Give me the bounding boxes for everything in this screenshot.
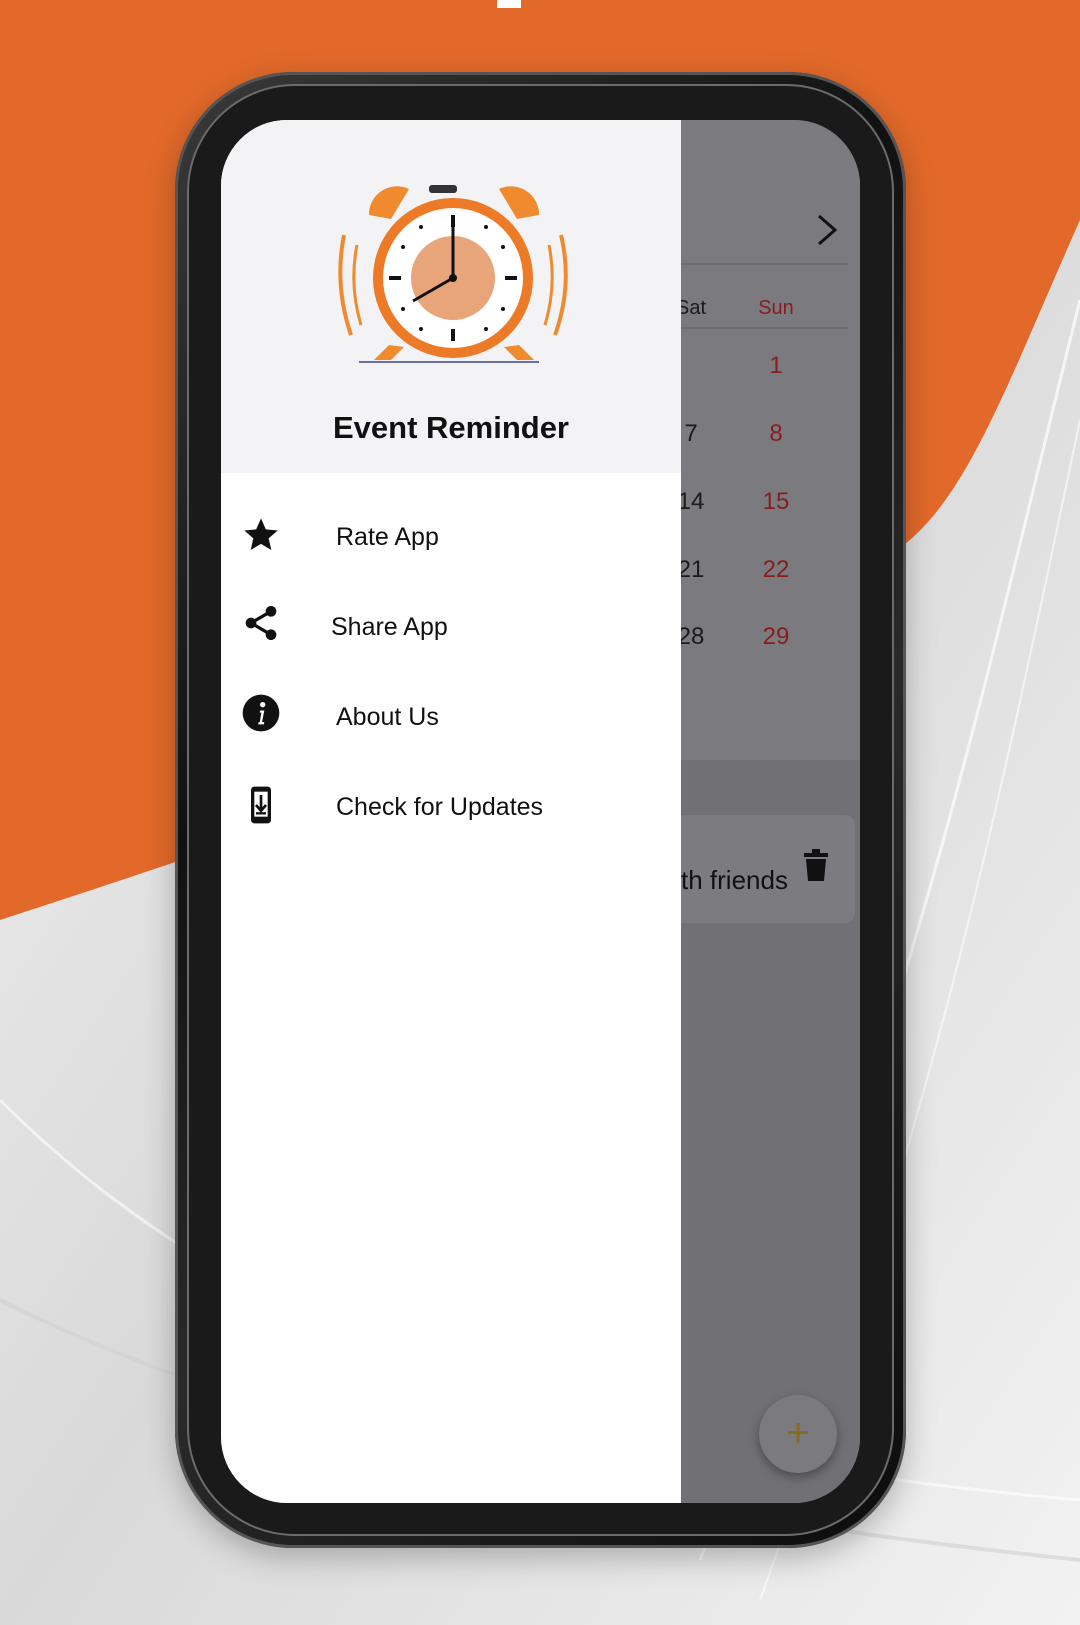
menu-item-check-for-updates[interactable]: Check for Updates	[221, 765, 681, 845]
add-event-fab-button[interactable]: +	[759, 1395, 837, 1473]
app-title: Event Reminder	[332, 410, 569, 445]
download-update-icon	[241, 785, 281, 825]
menu-label: About Us	[336, 703, 439, 731]
drawer-header: Event Reminder	[221, 120, 681, 473]
calendar-day-cell[interactable]: 8	[746, 420, 806, 448]
share-icon	[241, 603, 281, 643]
calendar-day-cell[interactable]: 29	[746, 623, 806, 651]
menu-item-about-us[interactable]: About Us	[221, 675, 681, 755]
info-icon	[241, 693, 281, 733]
calendar-day-cell[interactable]: 15	[746, 488, 806, 516]
menu-label: Check for Updates	[336, 793, 544, 821]
navigation-drawer: Event Reminder Rate App Share App About …	[221, 120, 681, 1503]
menu-label: Rate App	[336, 523, 439, 551]
menu-label: Share App	[331, 613, 448, 641]
calendar-divider	[681, 327, 848, 329]
calendar-day-cell[interactable]: 1	[746, 352, 806, 380]
next-month-chevron-icon[interactable]	[815, 212, 841, 252]
app-screen: Sat Sun 1 7 8 14 15 21 22 28 29 th frien…	[221, 120, 860, 1503]
star-icon	[241, 515, 281, 555]
calendar-day-cell[interactable]: 22	[746, 556, 806, 584]
day-header-sun: Sun	[758, 297, 794, 319]
delete-trash-icon[interactable]	[803, 848, 829, 882]
menu-item-rate-app[interactable]: Rate App	[221, 495, 681, 575]
calendar-divider	[681, 263, 848, 265]
menu-item-share-app[interactable]: Share App	[221, 585, 681, 665]
alarm-clock-logo-icon	[329, 175, 579, 370]
event-title: th friends	[681, 865, 788, 895]
